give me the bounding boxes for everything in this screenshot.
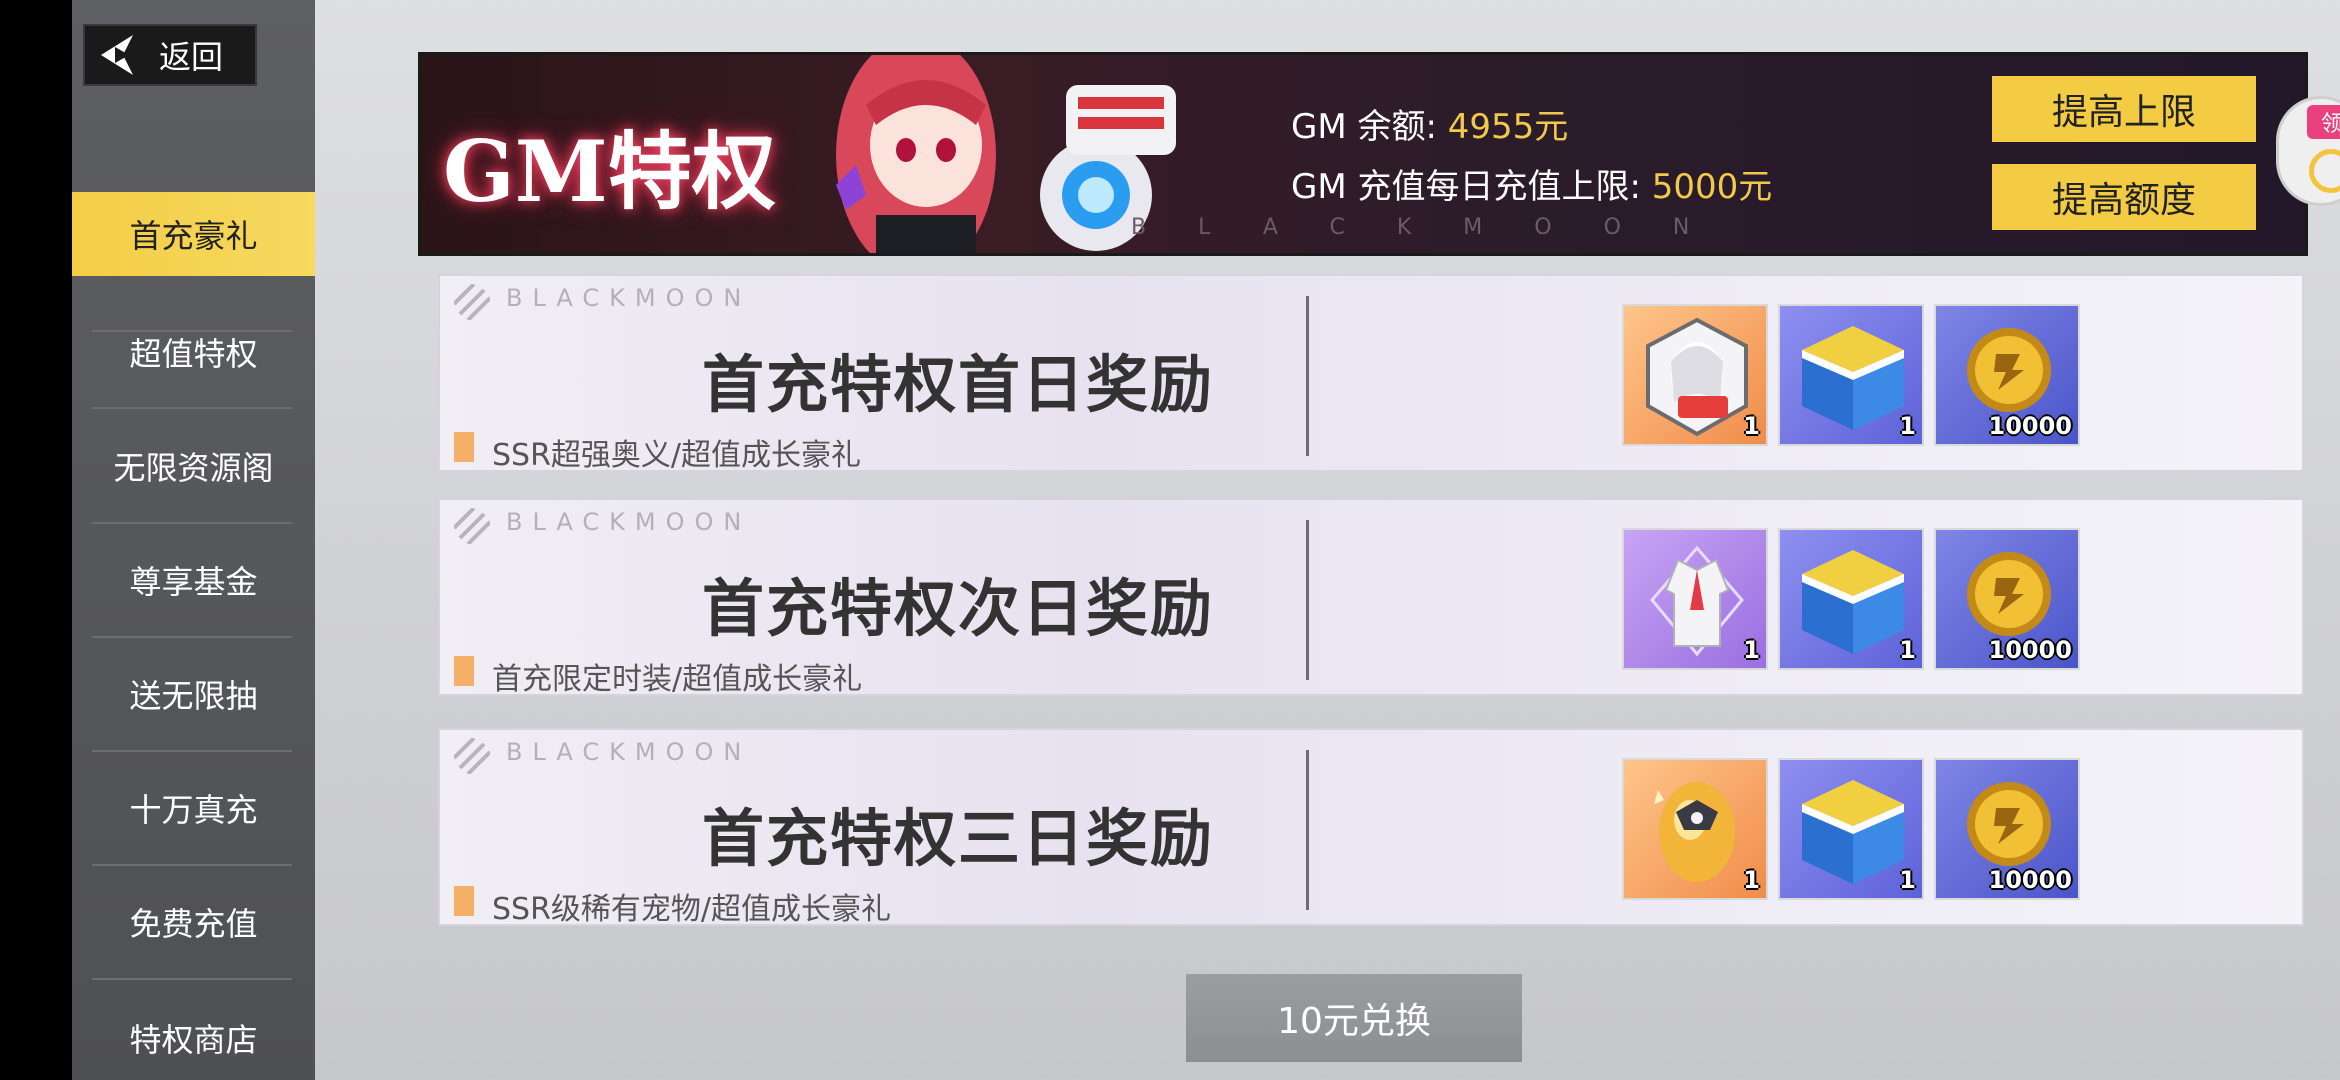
reward-item[interactable]: 10000 — [1934, 528, 2080, 670]
reward-qty: 1 — [1899, 412, 1916, 440]
reward-qty: 10000 — [1988, 866, 2073, 894]
card-watermark: BLACKMOON — [506, 508, 752, 536]
reward-qty: 10000 — [1988, 412, 2073, 440]
reward-qty: 1 — [1899, 636, 1916, 664]
gm-balance: GM 余额: 4955元 — [1291, 107, 1569, 147]
left-black-strip — [0, 0, 72, 1080]
sidebar-item-privilege-shop[interactable]: 特权商店 — [72, 996, 315, 1080]
back-button[interactable]: 返回 — [83, 24, 257, 86]
stripes-icon — [454, 508, 490, 544]
stripes-icon — [454, 738, 490, 774]
card-divider — [1306, 296, 1309, 456]
card-title: 首充特权首日奖励 — [702, 348, 1215, 421]
stripes-icon — [454, 284, 490, 320]
sidebar-item-value-privilege[interactable]: 超值特权 — [72, 310, 315, 394]
card-divider — [1306, 520, 1309, 680]
floating-ring-icon — [2309, 149, 2340, 193]
sidebar-divider — [92, 864, 292, 866]
reward-card-day1: BLACKMOON 首充特权首日奖励 SSR超强奥义/超值成长豪礼 1 1 10… — [438, 274, 2304, 472]
card-title: 首充特权三日奖励 — [702, 802, 1215, 875]
reward-item[interactable]: 1 — [1778, 758, 1924, 900]
sidebar-divider — [92, 407, 292, 409]
reward-qty: 1 — [1743, 636, 1760, 664]
reward-qty: 10000 — [1988, 636, 2073, 664]
claim-tag: 领 — [2307, 105, 2340, 139]
card-title: 首充特权次日奖励 — [702, 572, 1215, 645]
card-watermark: BLACKMOON — [506, 284, 752, 312]
reward-item[interactable]: 1 — [1778, 528, 1924, 670]
card-subtitle: SSR超强奥义/超值成长豪礼 — [492, 438, 862, 472]
reward-card-day3: BLACKMOON 首充特权三日奖励 SSR级稀有宠物/超值成长豪礼 1 1 1… — [438, 728, 2304, 926]
reward-card-day2: BLACKMOON 首充特权次日奖励 首充限定时装/超值成长豪礼 1 1 100… — [438, 498, 2304, 696]
exchange-button[interactable]: 10元兑换 — [1186, 974, 1522, 1062]
banner-title: GM特权 — [443, 122, 776, 221]
reward-qty: 1 — [1743, 866, 1760, 894]
sidebar-item-100k-recharge[interactable]: 十万真充 — [72, 766, 315, 850]
reward-qty: 1 — [1899, 866, 1916, 894]
gm-daily-limit: GM 充值每日充值上限: 5000元 — [1291, 167, 1773, 207]
raise-amount-button[interactable]: 提高额度 — [1992, 164, 2256, 230]
back-label: 返回 — [159, 38, 224, 76]
sidebar-item-unlimited-draw[interactable]: 送无限抽 — [72, 652, 315, 736]
sidebar-item-resource-pavilion[interactable]: 无限资源阁 — [72, 424, 315, 508]
subtitle-marker — [454, 432, 474, 462]
sidebar-item-free-recharge[interactable]: 免费充值 — [72, 880, 315, 964]
raise-limit-button[interactable]: 提高上限 — [1992, 76, 2256, 142]
sidebar-divider — [92, 636, 292, 638]
gm-balance-value: 4955元 — [1447, 107, 1569, 147]
sidebar-item-first-recharge[interactable]: 首充豪礼 — [72, 192, 315, 276]
sidebar-item-fund[interactable]: 尊享基金 — [72, 538, 315, 622]
reward-item[interactable]: 10000 — [1934, 304, 2080, 446]
reward-qty: 1 — [1743, 412, 1760, 440]
reward-item[interactable]: 10000 — [1934, 758, 2080, 900]
sidebar-divider — [92, 522, 292, 524]
card-subtitle: SSR级稀有宠物/超值成长豪礼 — [492, 892, 892, 926]
sidebar-divider — [92, 750, 292, 752]
reward-item[interactable]: 1 — [1622, 304, 1768, 446]
sidebar-divider — [92, 978, 292, 980]
back-arrow-icon — [101, 35, 133, 75]
banner-watermark: BLACKMOON — [1131, 215, 1742, 240]
floating-gift-bubble[interactable]: 领 — [2276, 96, 2340, 206]
reward-item[interactable]: 1 — [1778, 304, 1924, 446]
reward-item[interactable]: 1 — [1622, 528, 1768, 670]
subtitle-marker — [454, 886, 474, 916]
card-divider — [1306, 750, 1309, 910]
card-subtitle: 首充限定时装/超值成长豪礼 — [492, 662, 863, 696]
card-watermark: BLACKMOON — [506, 738, 752, 766]
reward-item[interactable]: 1 — [1622, 758, 1768, 900]
gm-limit-value: 5000元 — [1651, 167, 1773, 207]
subtitle-marker — [454, 656, 474, 686]
